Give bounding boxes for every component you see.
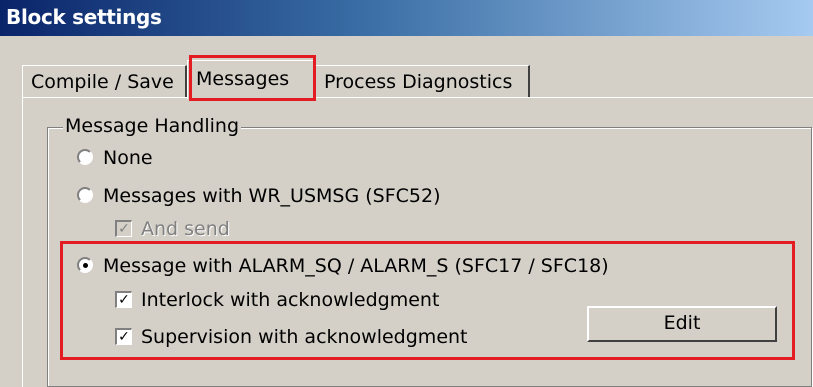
radio-wr-usmsg-label: Messages with WR_USMSG (SFC52) (103, 185, 441, 207)
radio-wr-usmsg-indicator[interactable] (77, 187, 93, 203)
tab-process-diagnostics-label: Process Diagnostics (324, 71, 513, 93)
window-title: Block settings (6, 5, 162, 29)
tab-compile-save-label: Compile / Save (31, 71, 174, 93)
alarm-section-highlight (60, 241, 795, 360)
checkbox-and-send-box: ✓ (115, 220, 132, 237)
radio-none-label: None (103, 147, 153, 169)
tab-process-diagnostics[interactable]: Process Diagnostics (315, 65, 530, 97)
radio-none-indicator[interactable] (77, 149, 93, 165)
title-bar: Block settings (0, 0, 813, 36)
group-label: Message Handling (63, 115, 242, 137)
tab-compile-save[interactable]: Compile / Save (22, 65, 187, 97)
checkbox-and-send-label: And send (141, 218, 230, 240)
messages-tab-highlight (189, 55, 316, 101)
